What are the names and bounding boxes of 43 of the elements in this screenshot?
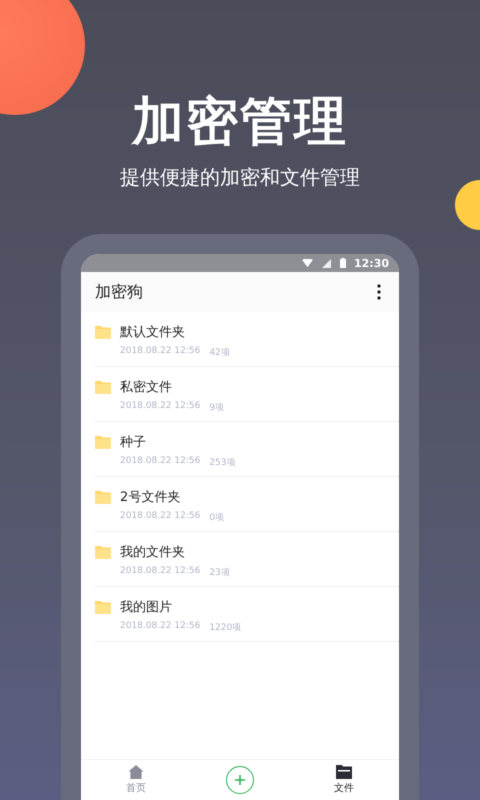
folder-icon (95, 326, 111, 339)
folder-date: 2018.08.22 12:56 (120, 346, 200, 358)
folder-count: 253项 (209, 457, 236, 469)
folder-date: 2018.08.22 12:56 (120, 401, 200, 413)
hero-title: 加密管理 (132, 91, 348, 154)
folder-row[interactable]: 私密文件 2018.08.22 12:56 9项 (95, 367, 399, 422)
folder-icon (336, 765, 352, 779)
folder-count: 42项 (209, 347, 230, 359)
folder-date: 2018.08.22 12:56 (120, 456, 200, 468)
plus-icon (234, 774, 246, 786)
signal-icon (320, 258, 332, 268)
folder-name: 私密文件 (120, 380, 173, 396)
folder-date: 2018.08.22 12:56 (120, 511, 200, 523)
folder-icon (95, 381, 111, 394)
folder-icon (95, 436, 111, 449)
more-icon[interactable] (377, 284, 381, 300)
folder-name: 种子 (120, 435, 147, 451)
folder-date: 2018.08.22 12:56 (120, 566, 200, 578)
folder-date: 2018.08.22 12:56 (120, 621, 200, 633)
folder-count: 9项 (209, 402, 224, 414)
home-icon (128, 765, 144, 779)
add-button[interactable] (226, 766, 254, 794)
folder-icon (95, 491, 111, 504)
folder-name: 我的图片 (120, 600, 173, 616)
folder-name: 默认文件夹 (120, 325, 186, 341)
wifi-icon (302, 258, 313, 268)
folder-count: 0项 (209, 512, 224, 524)
folder-count: 1220项 (209, 622, 242, 634)
battery-icon (340, 258, 346, 268)
folder-row[interactable]: 我的文件夹 2018.08.22 12:56 23项 (95, 532, 399, 587)
nav-tab[interactable]: 文件 (324, 765, 364, 795)
folder-name: 我的文件夹 (120, 545, 186, 561)
app-title: 加密狗 (95, 282, 143, 302)
folder-name: 2号文件夹 (120, 490, 182, 506)
hero-subtitle: 提供便捷的加密和文件管理 (120, 164, 360, 190)
status-time: 12:30 (354, 256, 389, 270)
folder-row[interactable]: 默认文件夹 2018.08.22 12:56 42项 (95, 312, 399, 367)
folder-row[interactable]: 我的图片 2018.08.22 12:56 1220项 (95, 587, 399, 642)
folder-count: 23项 (209, 567, 230, 579)
folder-row[interactable]: 2号文件夹 2018.08.22 12:56 0项 (95, 477, 399, 532)
folder-row[interactable]: 种子 2018.08.22 12:56 253项 (95, 422, 399, 477)
folder-icon (95, 601, 111, 614)
folder-icon (95, 546, 111, 559)
